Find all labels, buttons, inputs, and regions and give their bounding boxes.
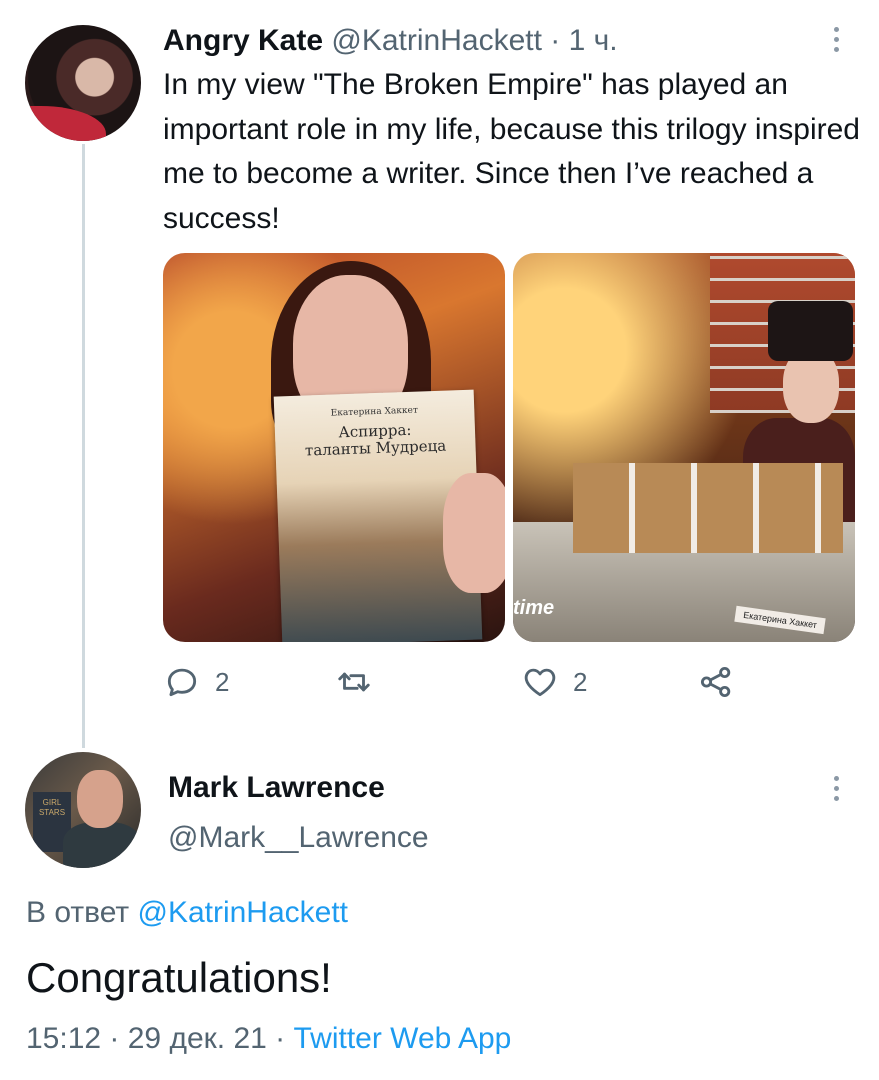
reply-icon [167,668,197,697]
display-name[interactable]: Mark Lawrence [168,766,385,810]
source-link[interactable]: Twitter Web App [293,1022,511,1055]
book-author: Екатерина Хаккет [330,405,419,419]
more-options-icon[interactable] [832,27,840,52]
reply-button[interactable]: 2 [163,663,229,701]
tweet-header: Angry Kate @KatrinHackett · 1 ч. [163,20,618,62]
reply-prefix: В ответ [26,896,138,929]
like-count: 2 [573,666,588,697]
display-name[interactable]: Angry Kate [163,24,323,57]
share-button[interactable] [697,663,735,701]
retweet-icon [338,672,370,692]
photo-overlay-text: time [513,597,555,619]
tweet-text: In my view "The Broken Empire" has playe… [163,68,860,235]
media-photo-2[interactable]: time Екатерина Хаккет [513,253,855,642]
reply-text: Congratulations! [26,954,332,1001]
avatar[interactable] [25,25,141,141]
user-handle[interactable]: @Mark__Lawrence [168,816,429,860]
separator: · [266,1022,294,1055]
share-icon [700,666,731,698]
separator: · [541,24,569,57]
tweet-meta: 15:12 · 29 дек. 21 · Twitter Web App [26,1017,511,1061]
separator: · [101,1022,128,1055]
tweet-time[interactable]: 1 ч. [569,24,618,57]
reply-context: В ответ @KatrinHackett [26,891,348,935]
heart-icon [524,668,556,697]
tweet-actions: 2 2 [163,663,863,709]
more-options-icon[interactable] [832,776,840,801]
tweet-time[interactable]: 15:12 [26,1022,101,1055]
avatar[interactable]: GIRL STARS [25,752,141,868]
retweet-button[interactable] [335,663,373,701]
tweet-date[interactable]: 29 дек. 21 [128,1022,267,1055]
media-photo-1[interactable]: Екатерина Хаккет Аспирра: таланты Мудрец… [163,253,505,642]
reply-count: 2 [215,666,230,697]
like-button[interactable]: 2 [521,663,587,701]
thread-connector-line [82,144,85,748]
reply-to-handle-link[interactable]: @KatrinHackett [137,896,348,929]
user-handle[interactable]: @KatrinHackett [331,24,542,57]
